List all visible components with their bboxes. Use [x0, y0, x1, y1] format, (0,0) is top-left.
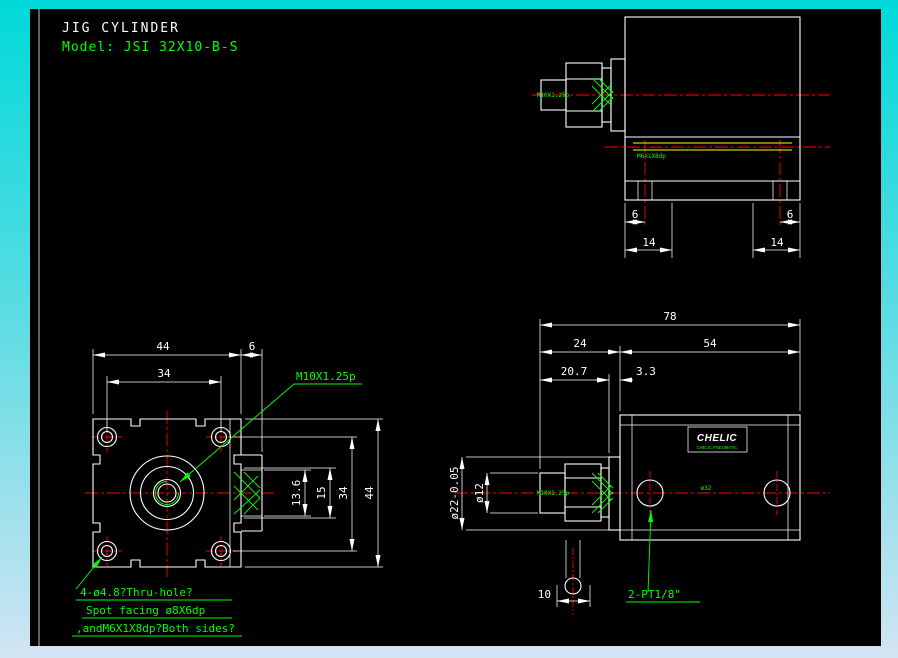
dim-10: 10	[538, 588, 551, 601]
dim-20-7: 20.7	[561, 365, 588, 378]
rod-thread-label-side: M10X1.25p	[537, 490, 570, 497]
drawing-sheet	[30, 9, 881, 646]
dim-h-44: 44	[363, 486, 376, 500]
dia-12-label: ø12	[473, 483, 486, 503]
dim-78: 78	[663, 310, 676, 323]
hole-note-line2: Spot facing ø8X6dp	[86, 604, 205, 617]
dim-left-14: 14	[642, 236, 656, 249]
dim-h-15: 15	[315, 486, 328, 499]
dim-h-34: 34	[337, 486, 350, 500]
dim-right-14: 14	[770, 236, 784, 249]
dim-right-6: 6	[787, 208, 794, 221]
bore-label: ø32	[701, 485, 712, 492]
dim-left-6: 6	[632, 208, 639, 221]
drawing-title: JIG CYLINDER	[62, 21, 180, 36]
band-thread-label-top: M6X1X8dp	[637, 153, 666, 160]
dim-tab-6: 6	[249, 340, 256, 353]
dim-width-44: 44	[156, 340, 170, 353]
model-label: Model: JSI 32X10-B-S	[62, 40, 239, 55]
dim-h-13-6: 13.6	[290, 480, 303, 507]
rod-thread-label-top: M10X1.25p	[537, 92, 570, 99]
dia-22-label: ø22-0.05	[448, 467, 461, 520]
hole-note-line3: ,andM6X1X8dp?Both sides?	[76, 622, 235, 635]
port-label: 2-PT1/8"	[628, 588, 681, 601]
thread-label-front: M10X1.25p	[296, 370, 356, 383]
cad-viewport[interactable]: JIG CYLINDER Model: JSI 32X10-B-S	[0, 0, 898, 658]
dim-54: 54	[703, 337, 717, 350]
brand-logo: CHELIC	[697, 433, 738, 444]
dim-24: 24	[573, 337, 587, 350]
hole-note-line1: 4-ø4.8?Thru-hole?	[80, 586, 193, 599]
dim-width-34: 34	[157, 367, 171, 380]
brand-logo-subtext: CHELIC PNEUMATIC	[697, 445, 738, 450]
dim-3-3: 3.3	[636, 365, 656, 378]
